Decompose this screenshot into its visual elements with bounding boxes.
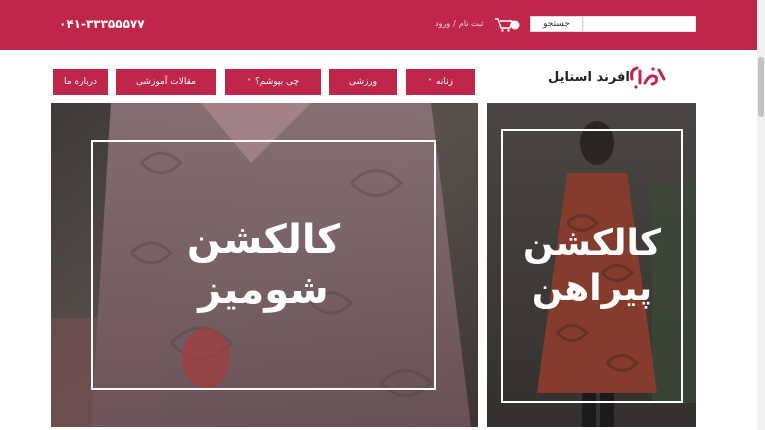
nav-item-about[interactable]: درباره ما: [53, 69, 108, 95]
blouse-collection-banner[interactable]: کالکشن شومیز: [51, 103, 478, 427]
banner-title-line1: کالکشن: [523, 223, 661, 264]
nav-item-label: چی بپوشم؟: [254, 77, 300, 87]
auth-links: ثبت نام/ورود: [435, 19, 484, 28]
top-header-bar: ۰۴۱-۳۳۳۵۵۵۷۷ ثبت نام/ورود جستجو: [0, 0, 757, 50]
brand-logo-icon[interactable]: [628, 65, 668, 91]
nav-item-articles[interactable]: مقالات آموزشی: [116, 69, 216, 95]
login-link[interactable]: ورود: [435, 19, 450, 28]
nav-item-what-to-wear[interactable]: ˅ چی بپوشم؟: [225, 69, 321, 95]
search-button[interactable]: جستجو: [530, 16, 583, 32]
banner-title-line2: شومیز: [198, 267, 329, 313]
nav-item-sports[interactable]: ورزشی: [329, 69, 397, 95]
phone-number: ۰۴۱-۳۳۳۵۵۵۷۷: [59, 17, 145, 31]
chevron-down-icon: ˅: [246, 77, 251, 87]
scrollbar-thumb[interactable]: [758, 57, 764, 117]
auth-separator: /: [453, 19, 456, 28]
banner-title-line1: کالکشن: [186, 217, 341, 263]
search-input[interactable]: [583, 16, 696, 32]
page-scrollbar[interactable]: [757, 0, 765, 430]
nav-item-label: درباره ما: [63, 77, 98, 87]
banner-title-line2: پیراهن: [531, 268, 653, 309]
brand-name[interactable]: افرند استایل: [548, 70, 630, 85]
nav-item-label: ورزشی: [348, 77, 378, 87]
register-link[interactable]: ثبت نام: [459, 19, 484, 28]
nav-item-label: زنانه: [436, 77, 453, 87]
shopping-cart-icon[interactable]: [493, 17, 521, 33]
nav-item-label: مقالات آموزشی: [136, 77, 196, 87]
dress-collection-banner[interactable]: کالکشن پیراهن: [487, 103, 696, 427]
banner-frame: کالکشن پیراهن: [501, 129, 683, 403]
banner-frame: کالکشن شومیز: [91, 140, 436, 390]
nav-item-women[interactable]: ˅ زنانه: [406, 69, 475, 95]
chevron-down-icon: ˅: [428, 77, 433, 87]
